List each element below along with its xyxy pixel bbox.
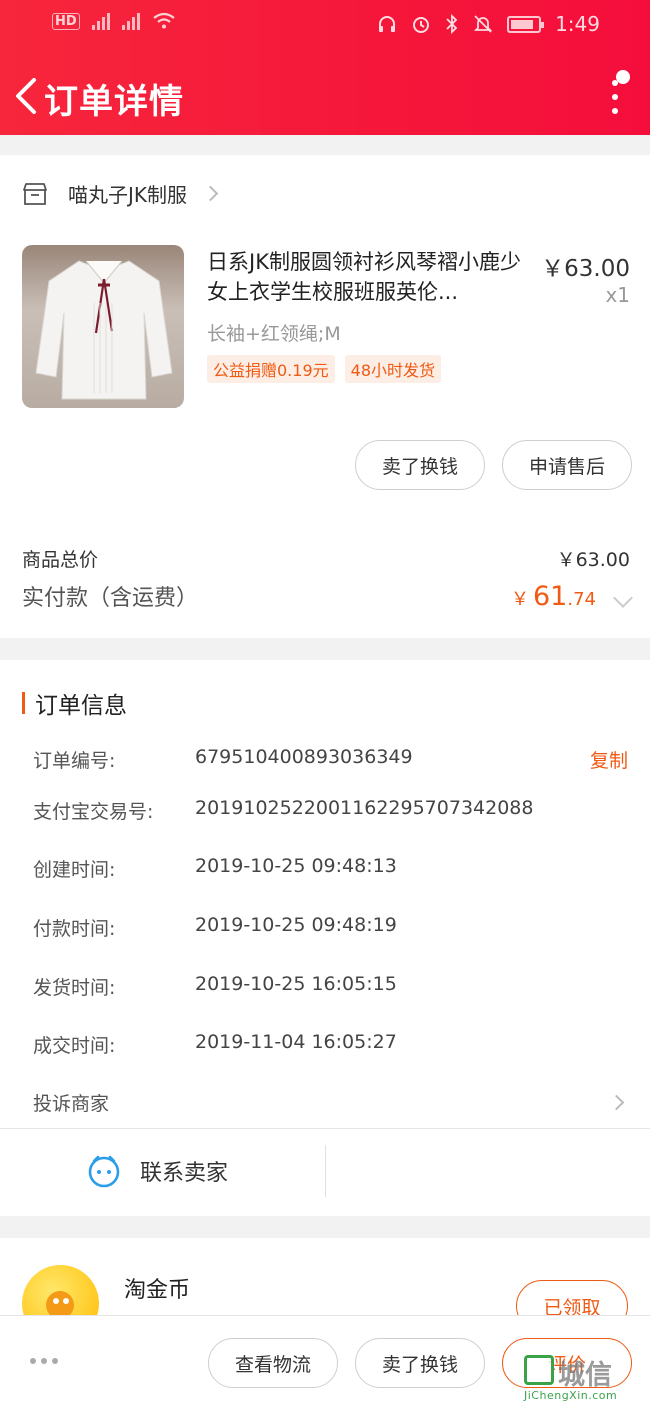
info-row-order-number: 订单编号: 679510400893036349 复制 [33, 746, 628, 773]
product-price: ￥63.00 [541, 256, 630, 282]
shipping-tag: 48小时发货 [344, 355, 442, 383]
info-value: 2019-11-04 16:05:27 [195, 1031, 397, 1053]
chat-face-icon [88, 1155, 120, 1188]
complain-seller-row[interactable]: 投诉商家 [33, 1089, 628, 1116]
shop-link[interactable]: 喵丸子JK制服 [22, 179, 219, 208]
info-label: 创建时间: [33, 859, 116, 881]
info-value: 2019102522001162295707342088 [195, 797, 534, 819]
headphones-icon [379, 16, 396, 32]
product-card: 喵丸子JK制服 日系JK制服圆领衬衫风琴褶小鹿少女上衣学生校服班服英伦... ￥… [0, 155, 650, 638]
info-value: 2019-10-25 09:48:19 [195, 914, 397, 936]
sell-button[interactable]: 卖了换钱 [355, 440, 485, 490]
charity-tag: 公益捐赠0.19元 [207, 355, 335, 383]
product-tags: 公益捐赠0.19元 48小时发货 [207, 355, 442, 383]
chevron-right-icon [202, 185, 219, 202]
contact-seller-label: 联系卖家 [140, 1161, 229, 1186]
chevron-right-icon [608, 1094, 625, 1111]
alarm-icon [413, 17, 430, 33]
paid-amount: ￥ 61 .74 [511, 580, 633, 612]
info-label: 发货时间: [33, 977, 116, 999]
signal-icon [91, 12, 110, 30]
shirt-image [35, 260, 173, 400]
sell-button-bottom[interactable]: 卖了换钱 [355, 1338, 485, 1388]
order-info-card: 订单信息 订单编号: 679510400893036349 复制 支付宝交易号:… [0, 660, 650, 1216]
info-value: 2019-10-25 16:05:15 [195, 973, 397, 995]
paid-row[interactable]: 实付款（含运费） ￥ 61 .74 [22, 580, 633, 612]
status-bar: HD 1:49 [0, 0, 650, 50]
watermark-url: JiChengXin.com [524, 1389, 618, 1402]
status-right: 1:49 [377, 12, 600, 36]
product-title[interactable]: 日系JK制服圆领衬衫风琴褶小鹿少女上衣学生校服班服英伦... [207, 247, 527, 309]
info-label: 支付宝交易号: [33, 801, 154, 823]
wifi-icon [152, 12, 175, 29]
contact-seller-button[interactable]: 联系卖家 [86, 1153, 228, 1189]
product-quantity: x1 [605, 283, 630, 307]
view-logistics-button[interactable]: 查看物流 [208, 1338, 338, 1388]
mute-icon [473, 15, 493, 33]
app-header: HD 1:49 订单详情 [0, 0, 650, 135]
vertical-divider [325, 1145, 326, 1197]
goods-total-label: 商品总价 [22, 549, 99, 571]
info-row-created: 创建时间: 2019-10-25 09:48:13 [33, 855, 628, 882]
notification-dot [616, 70, 630, 84]
battery-icon [507, 15, 545, 33]
info-value: 679510400893036349 [195, 746, 413, 768]
info-row-alipay: 支付宝交易号: 2019102522001162295707342088 [33, 797, 628, 824]
info-label: 付款时间: [33, 918, 116, 940]
copy-button[interactable]: 复制 [590, 746, 628, 773]
title-bar: 订单详情 [0, 62, 650, 126]
info-row-completed: 成交时间: 2019-11-04 16:05:27 [33, 1031, 628, 1058]
more-options-icon[interactable] [608, 70, 630, 120]
paid-dec: .74 [567, 588, 596, 610]
info-row-paid: 付款时间: 2019-10-25 09:48:19 [33, 914, 628, 941]
coins-title: 淘金币 [124, 1278, 191, 1303]
goods-total-value: ￥63.00 [556, 549, 630, 571]
order-info-title: 订单信息 [22, 686, 127, 720]
watermark-box-icon [524, 1355, 554, 1385]
paid-label: 实付款（含运费） [22, 586, 199, 611]
chevron-down-icon[interactable] [613, 587, 633, 608]
order-info-heading: 订单信息 [35, 693, 127, 719]
shop-name: 喵丸子JK制服 [68, 183, 188, 207]
paid-int: 61 [533, 580, 568, 612]
store-icon [23, 182, 47, 205]
paid-currency: ￥ [511, 588, 529, 610]
signal-icon-2 [121, 12, 140, 30]
hd-badge: HD [52, 12, 80, 30]
after-sale-button[interactable]: 申请售后 [502, 440, 632, 490]
watermark-text: 城信 [558, 1360, 612, 1391]
watermark-logo: 城信 JiChengXin.com [524, 1355, 642, 1407]
clock: 1:49 [555, 12, 600, 36]
back-arrow-icon[interactable] [12, 76, 42, 116]
info-row-shipped: 发货时间: 2019-10-25 16:05:15 [33, 973, 628, 1000]
goods-total-row: 商品总价 ￥63.00 [22, 545, 630, 572]
accent-bar [22, 692, 25, 714]
product-sku: 长袖+红领绳;M [207, 323, 341, 345]
complain-seller-label: 投诉商家 [33, 1093, 110, 1115]
info-label: 成交时间: [33, 1035, 116, 1057]
divider [0, 1128, 650, 1129]
product-image[interactable] [22, 245, 184, 408]
status-left: HD [52, 12, 176, 30]
info-label: 订单编号: [33, 750, 116, 772]
bluetooth-icon [446, 14, 458, 34]
info-value: 2019-10-25 09:48:13 [195, 855, 397, 877]
page-title: 订单详情 [44, 82, 184, 122]
more-actions-icon[interactable] [30, 1358, 58, 1364]
